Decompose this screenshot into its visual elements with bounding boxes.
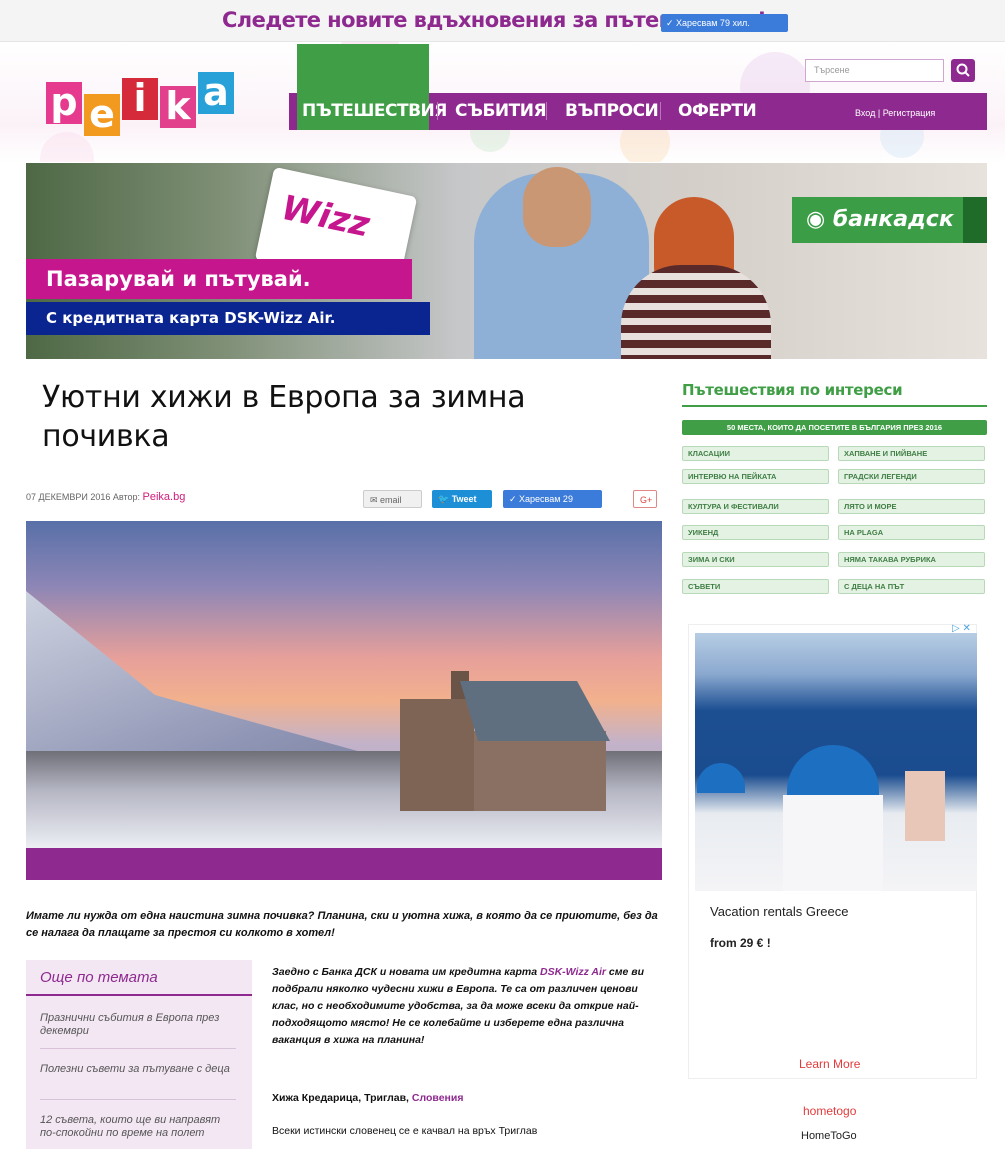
church-dome (787, 745, 879, 797)
share-like-button[interactable]: ✓ Харесвам 29 (503, 490, 602, 508)
logo-letter: i (122, 78, 158, 120)
article-title: Уютни хижи в Европа за зимна почивка (42, 380, 526, 454)
nav-item-questions[interactable]: ВЪПРОСИ (565, 101, 659, 121)
sidebar-tag[interactable]: ГРАДСКИ ЛЕГЕНДИ (838, 469, 985, 484)
sidebar-featured-tag[interactable]: 50 МЕСТА, КОИТО ДА ПОСЕТИТЕ В БЪЛГАРИЯ П… (682, 420, 987, 435)
author-link[interactable]: Peika.bg (143, 491, 186, 503)
related-divider (40, 1099, 236, 1100)
sidebar-rule (682, 405, 987, 407)
church-building (783, 795, 883, 891)
logo-letter: k (160, 86, 196, 128)
country-link[interactable]: Словения (412, 1092, 464, 1104)
church-dome (697, 763, 745, 793)
sidebar-tag[interactable]: ЛЯТО И МОРЕ (838, 499, 985, 514)
ad-brand-logo[interactable]: hometogo (803, 1104, 856, 1118)
site-logo[interactable]: peika (46, 72, 236, 142)
ad-learn-more-link[interactable]: Learn More (799, 1057, 860, 1071)
bank-logo-icon: ◉ (806, 207, 833, 232)
banner-photo-man-head (523, 167, 591, 247)
article-paragraph: Заедно с Банка ДСК и новата им кредитна … (272, 964, 662, 1049)
author-label: Автор: (112, 492, 140, 502)
hut-wall (400, 699, 474, 811)
sidebar-tag[interactable]: СЪВЕТИ (682, 579, 829, 594)
related-divider (40, 1048, 236, 1049)
image-caption-bar (26, 848, 662, 880)
bank-logo-text: банкадск (832, 207, 954, 232)
article-paragraph: Всеки истински словенец се е качвал на в… (272, 1125, 538, 1137)
related-title: Още по темата (40, 969, 158, 986)
nav-item-events[interactable]: СЪБИТИЯ (455, 101, 547, 121)
card-link[interactable]: DSK-Wizz Air (540, 966, 606, 978)
ad-banner[interactable]: Wizz Пазарувай и пътувай. С кредитната к… (26, 163, 987, 359)
tweet-label: Tweet (451, 494, 477, 504)
nav-item-travel[interactable]: ПЪТЕШЕСТВИЯ (302, 101, 447, 121)
share-gplus-button[interactable]: G+ (633, 490, 657, 508)
search-input[interactable]: Търсене (805, 59, 944, 82)
paragraph-text: сме ви подбрали няколко чудесни хижи в Е… (272, 966, 645, 1046)
banner-photo-woman (621, 265, 771, 359)
banner-subline: С кредитната карта DSK-Wizz Air. (26, 302, 430, 335)
site-header: peika Търсене ПЪТЕШЕСТВИЯ СЪБИТИЯ ВЪПРОС… (0, 42, 1005, 162)
article-date: 07 ДЕКЕМВРИ 2016 (26, 492, 111, 502)
logo-letter: e (84, 94, 120, 136)
ad-title: Vacation rentals Greece (710, 904, 849, 919)
sidebar-tag[interactable]: ХАПВАНЕ И ПИЙВАНЕ (838, 446, 985, 461)
facebook-like-button[interactable]: ✓ Харесвам 79 хил. (661, 14, 788, 32)
article-subheading: Хижа Кредарица, Триглав, Словения (272, 1090, 662, 1107)
logo-letter: p (46, 82, 82, 124)
nav-item-offers[interactable]: ОФЕРТИ (678, 101, 757, 121)
hut-roof (460, 681, 610, 741)
sidebar-tag[interactable]: НЯМА ТАКАВА РУБРИКА (838, 552, 985, 567)
card-brand-text: Wizz (278, 187, 374, 246)
promo-bar: Следете новите вдъхновения за пътешестви… (0, 0, 1005, 42)
share-tweet-button[interactable]: 🐦 Tweet (432, 490, 492, 508)
bell-tower (905, 771, 945, 841)
article-lead: Имате ли нужда от една наистина зимна по… (26, 910, 658, 939)
sidebar-tag[interactable]: ИНТЕРВЮ НА ПЕЙКАТА (682, 469, 829, 484)
sidebar-tag[interactable]: КУЛТУРА И ФЕСТИВАЛИ (682, 499, 829, 514)
related-item[interactable]: Празнични събития в Европа през декември (40, 1012, 236, 1038)
related-item[interactable]: Полезни съвети за пътуване с деца (40, 1063, 236, 1076)
sidebar-tag[interactable]: КЛАСАЦИИ (682, 446, 829, 461)
nav-divider (546, 102, 547, 120)
sidebar-title: Пътешествия по интереси (682, 381, 903, 399)
ad-brand-name: HomeToGo (801, 1130, 857, 1142)
banner-headline: Пазарувай и пътувай. (26, 259, 412, 299)
article-meta: 07 ДЕКЕМВРИ 2016 Автор: Peika.bg (26, 491, 185, 503)
ad-image (695, 633, 977, 891)
sidebar-tag[interactable]: С ДЕЦА НА ПЪТ (838, 579, 985, 594)
search-icon (956, 63, 970, 77)
nav-divider (660, 102, 661, 120)
subheading-text: Хижа Кредарица, Триглав, (272, 1092, 412, 1104)
bank-logo-tail (963, 197, 987, 243)
nav-divider (437, 102, 438, 120)
related-item[interactable]: 12 съвета, които ще ви направят по-споко… (40, 1114, 236, 1140)
bank-logo: ◉ банкадск (792, 197, 963, 243)
paragraph-text: Заедно с Банка ДСК и новата им кредитна … (272, 966, 540, 978)
related-rule (26, 994, 252, 996)
hut-side (474, 731, 606, 811)
sidebar-ad[interactable]: ▷ ✕ Vacation rentals Greece from 29 € ! … (688, 623, 977, 1079)
sidebar-tag[interactable]: НА PLAGA (838, 525, 985, 540)
article-hero-image (26, 521, 662, 848)
sidebar-tag[interactable]: ЗИМА И СКИ (682, 552, 829, 567)
logo-letter: a (198, 72, 234, 114)
search-button[interactable] (951, 59, 975, 82)
ad-price: from 29 € ! (710, 936, 771, 950)
login-register-links[interactable]: Вход | Регистрация (855, 108, 935, 118)
twitter-icon: 🐦 (438, 494, 452, 504)
sidebar-tag[interactable]: УИКЕНД (682, 525, 829, 540)
related-articles-box: Още по темата Празнични събития в Европа… (26, 960, 252, 1149)
share-email-button[interactable]: ✉ email (363, 490, 422, 508)
